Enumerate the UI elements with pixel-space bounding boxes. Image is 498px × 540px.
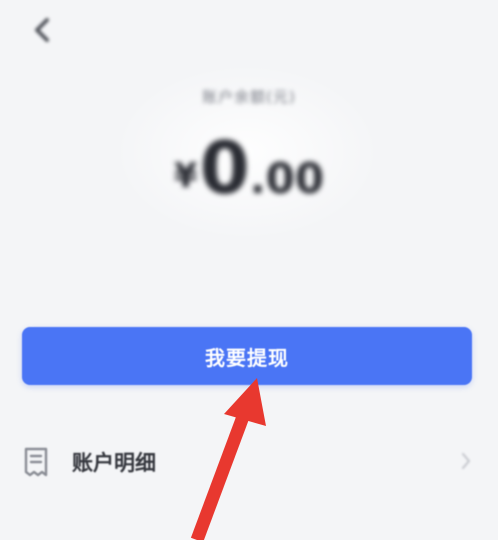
document-icon — [24, 447, 48, 477]
withdraw-button[interactable]: 我要提现 — [22, 327, 472, 385]
withdraw-button-label: 我要提现 — [205, 345, 289, 370]
amount-integer: 0 — [199, 126, 250, 210]
back-button[interactable] — [26, 12, 58, 48]
wallet-screen: 账户余额(元) ¥0.00 我要提现 账户明细 — [0, 0, 498, 540]
balance-amount: ¥0.00 — [0, 128, 498, 208]
account-details-label: 账户明细 — [72, 451, 156, 475]
chevron-right-icon — [462, 453, 470, 469]
balance-label: 账户余额(元) — [202, 88, 296, 106]
amount-decimal: .00 — [249, 154, 325, 203]
chevron-left-icon — [35, 18, 49, 42]
account-details-row[interactable]: 账户明细 — [22, 438, 478, 486]
currency-symbol: ¥ — [173, 156, 198, 196]
